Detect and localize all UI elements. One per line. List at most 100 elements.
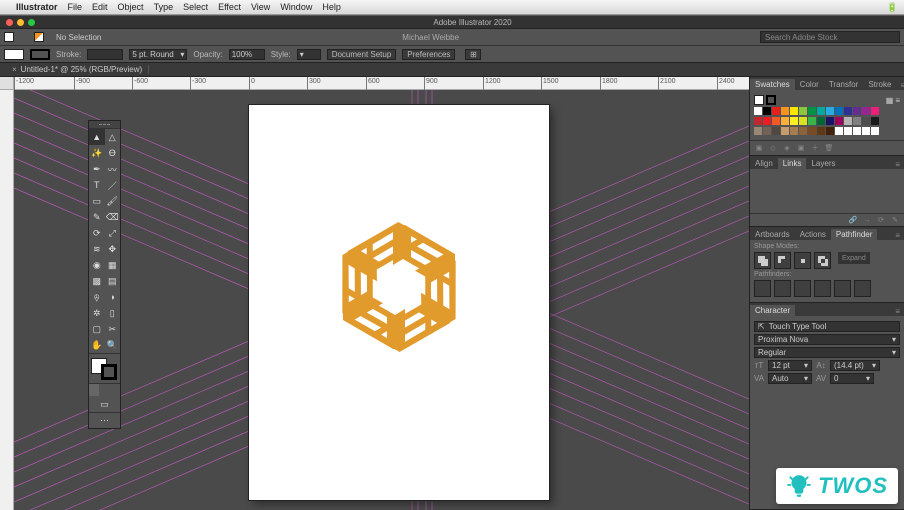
minus-back-icon[interactable] (854, 280, 871, 297)
scale-tool[interactable]: ⤢ (105, 225, 121, 241)
line-tool[interactable]: ／ (105, 177, 121, 193)
merge-icon[interactable] (794, 280, 811, 297)
swatch[interactable] (835, 127, 843, 135)
exclude-icon[interactable] (814, 252, 831, 269)
swatch[interactable] (763, 117, 771, 125)
swatch[interactable] (862, 127, 870, 135)
font-family-select[interactable]: Proxima Nova▾ (754, 334, 900, 345)
document-tab[interactable]: × Untitled-1* @ 25% (RGB/Preview) (6, 65, 149, 74)
expand-button[interactable]: Expand (838, 252, 870, 264)
hand-tool[interactable]: ✋ (89, 337, 105, 353)
edit-toolbar[interactable]: ⋯ (89, 412, 120, 428)
curvature-tool[interactable]: 〰 (105, 161, 121, 177)
maximize-window-icon[interactable] (28, 19, 35, 26)
opacity-input[interactable]: 100% (229, 49, 265, 60)
font-weight-select[interactable]: Regular▾ (754, 347, 900, 358)
panel-menu-icon[interactable]: ≡ (891, 307, 904, 316)
new-color-group-icon[interactable]: ▣ (796, 144, 806, 152)
swatch[interactable] (817, 127, 825, 135)
swatches-view-icon[interactable]: ▦ (886, 96, 894, 105)
goto-link-icon[interactable]: → (862, 217, 872, 224)
lasso-tool[interactable]: ϴ (105, 145, 121, 161)
swatch[interactable] (817, 107, 825, 115)
edit-original-icon[interactable]: ✎ (890, 216, 900, 224)
swatch[interactable] (826, 107, 834, 115)
eyedropper-tool[interactable]: 𖠕 (89, 289, 105, 305)
outline-icon[interactable] (834, 280, 851, 297)
symbol-sprayer-tool[interactable]: ✲ (89, 305, 105, 321)
panel-menu-icon[interactable]: ≡ (896, 81, 904, 90)
zoom-tool[interactable]: 🔍 (105, 337, 121, 353)
perspective-tool[interactable]: ▦ (105, 257, 121, 273)
swatch[interactable] (754, 107, 762, 115)
menu-effect[interactable]: Effect (218, 2, 241, 12)
menu-view[interactable]: View (251, 2, 270, 12)
swatch[interactable] (808, 107, 816, 115)
swatch[interactable] (799, 117, 807, 125)
swatch[interactable] (871, 107, 879, 115)
fill-stroke-indicator[interactable] (89, 353, 120, 383)
swatch-libraries-icon[interactable]: ▣ (754, 144, 764, 152)
swatch[interactable] (781, 117, 789, 125)
style-select[interactable]: ▾ (297, 49, 321, 60)
width-tool[interactable]: ≋ (89, 241, 105, 257)
swatch[interactable] (808, 117, 816, 125)
swatch[interactable] (754, 117, 762, 125)
ruler-vertical[interactable] (0, 90, 14, 510)
swatch-kinds-icon[interactable]: ◇ (768, 144, 778, 152)
rotate-tool[interactable]: ⟳ (89, 225, 105, 241)
swatch[interactable] (844, 127, 852, 135)
shaper-tool[interactable]: ✎ (89, 209, 105, 225)
opt-fill[interactable] (4, 49, 24, 60)
draw-inside[interactable] (110, 384, 120, 396)
app-name[interactable]: Illustrator (16, 2, 58, 12)
swatch[interactable] (871, 127, 879, 135)
swatch-current-stroke[interactable] (766, 95, 776, 105)
align-artboard-icon[interactable]: ⊞ (465, 49, 481, 60)
search-stock-input[interactable]: Search Adobe Stock (760, 31, 900, 43)
panel-menu-icon[interactable]: ≡ (891, 231, 904, 240)
menu-window[interactable]: Window (280, 2, 312, 12)
mesh-tool[interactable]: ▩ (89, 273, 105, 289)
swatch[interactable] (790, 117, 798, 125)
swatch[interactable] (853, 107, 861, 115)
user-name[interactable]: Michael Weibbe (402, 33, 459, 42)
new-swatch-icon[interactable]: ＋ (810, 143, 820, 153)
kerning-input[interactable]: Auto▾ (768, 373, 812, 384)
stroke-profile-select[interactable]: 5 pt. Round▾ (129, 49, 187, 60)
swatch[interactable] (835, 107, 843, 115)
ruler-origin[interactable] (0, 77, 14, 90)
eraser-tool[interactable]: ⌫ (105, 209, 121, 225)
pen-tool[interactable]: ✒ (89, 161, 105, 177)
swatch[interactable] (790, 127, 798, 135)
menu-select[interactable]: Select (183, 2, 208, 12)
tab-align[interactable]: Align (750, 158, 778, 169)
tab-character[interactable]: Character (750, 305, 795, 316)
swatch[interactable] (754, 127, 762, 135)
delete-swatch-icon[interactable]: 🗑 (824, 144, 834, 152)
swatches-list-icon[interactable]: ≡ (895, 96, 900, 105)
minus-front-icon[interactable] (774, 252, 791, 269)
document-setup-button[interactable]: Document Setup (327, 49, 397, 60)
stroke-color-icon[interactable] (101, 364, 117, 380)
magic-wand-tool[interactable]: ✨ (89, 145, 105, 161)
swatch[interactable] (853, 127, 861, 135)
swatch[interactable] (844, 107, 852, 115)
screen-mode[interactable]: ▭ (89, 396, 120, 412)
stroke-swatch[interactable] (34, 32, 44, 42)
tab-swatches[interactable]: Swatches (750, 79, 795, 90)
paintbrush-tool[interactable]: 🖌 (105, 193, 121, 209)
tab-actions[interactable]: Actions (795, 229, 831, 240)
swatch[interactable] (790, 107, 798, 115)
swatch[interactable] (799, 127, 807, 135)
swatch[interactable] (817, 117, 825, 125)
swatch[interactable] (862, 117, 870, 125)
tab-transform[interactable]: Transfor (824, 79, 864, 90)
swatch[interactable] (808, 127, 816, 135)
artboard-tool[interactable]: ▢ (89, 321, 105, 337)
free-transform-tool[interactable]: ✥ (105, 241, 121, 257)
artboard[interactable] (249, 105, 549, 500)
tab-stroke[interactable]: Stroke (863, 79, 896, 90)
unite-icon[interactable] (754, 252, 771, 269)
swatch[interactable] (763, 127, 771, 135)
